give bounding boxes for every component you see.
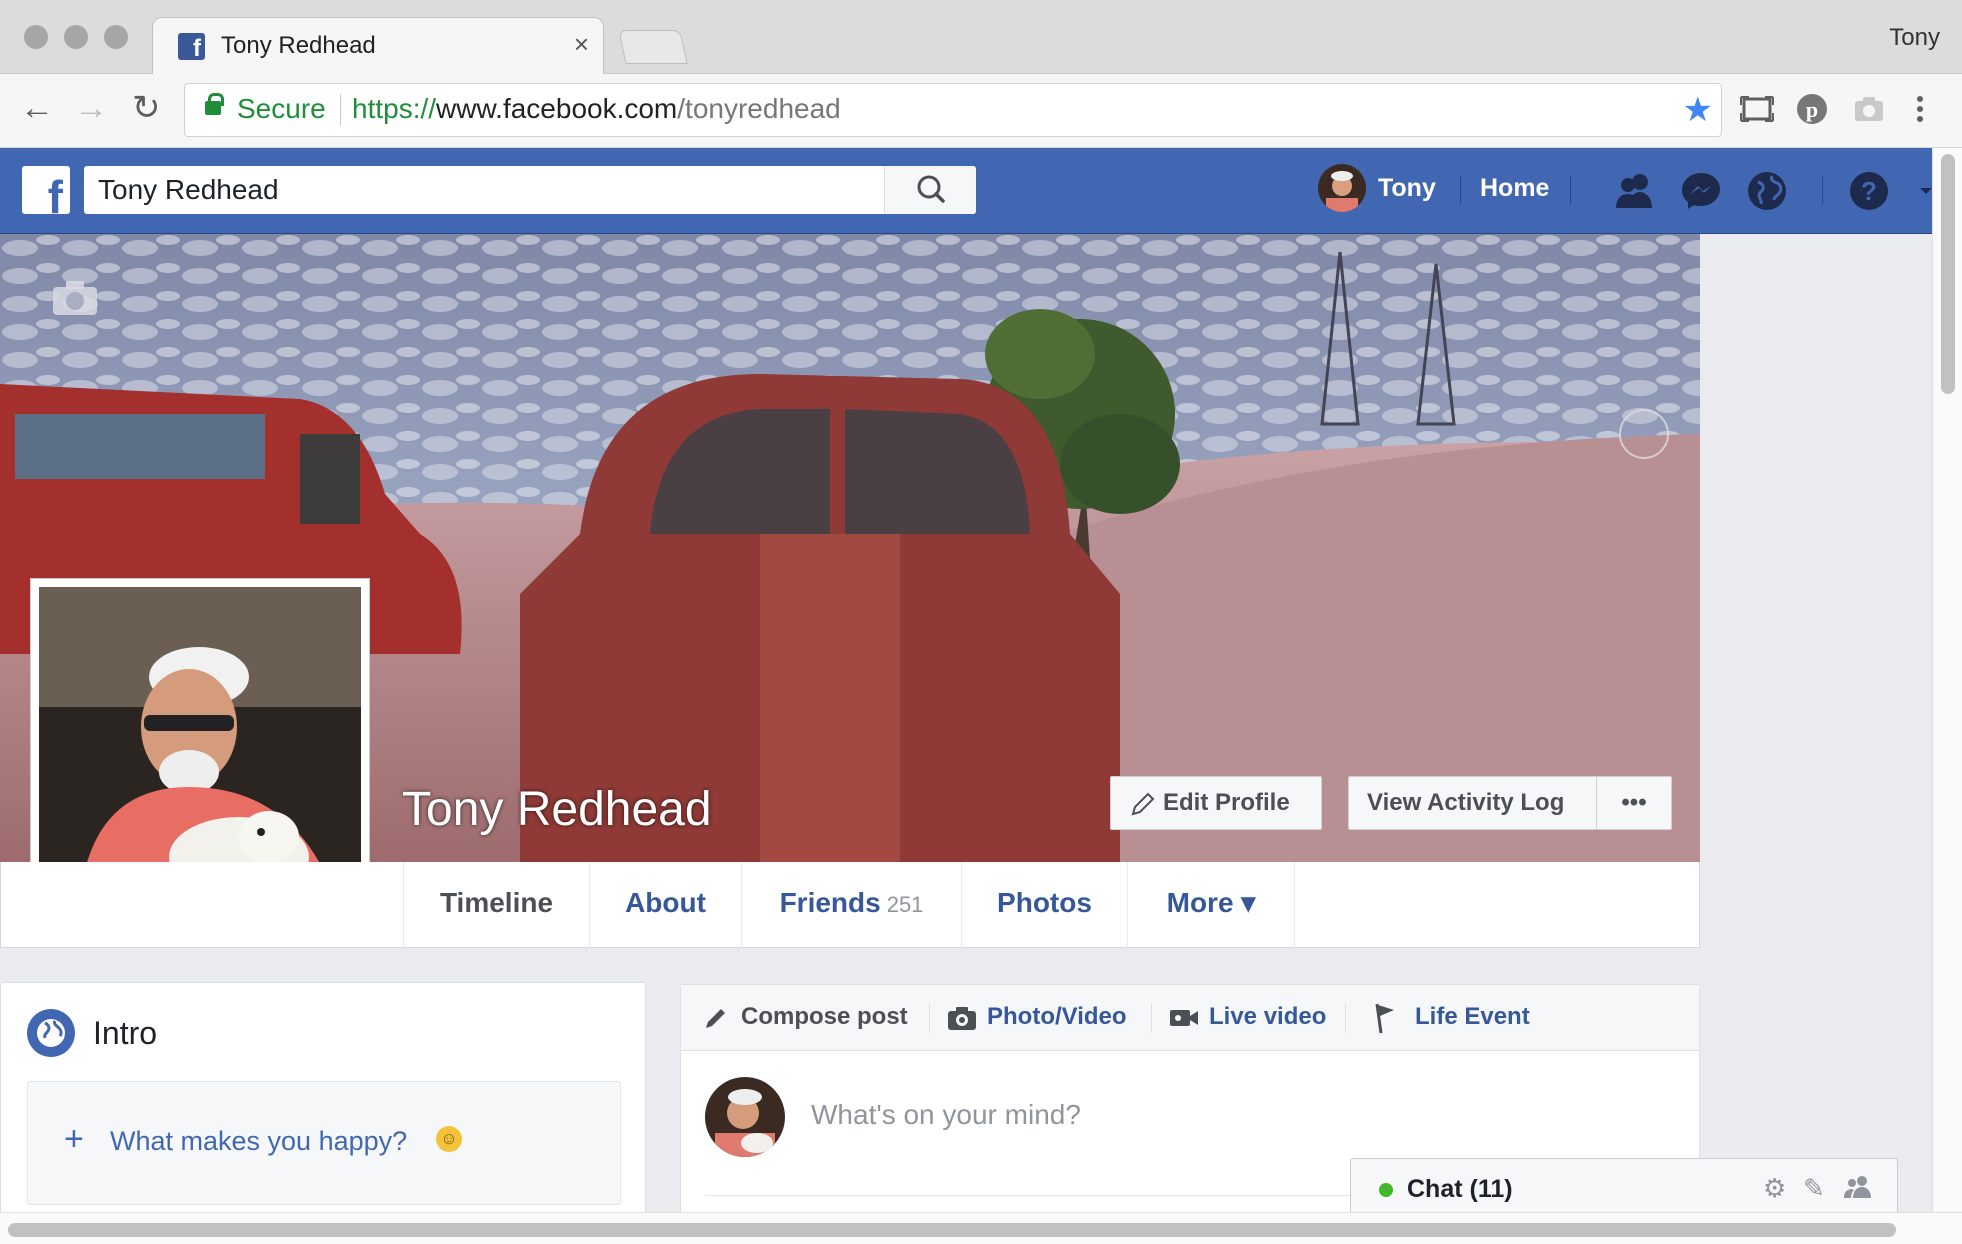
bio-prompt-text: What makes you happy?: [110, 1126, 408, 1156]
view-activity-log-button[interactable]: View Activity Log: [1348, 776, 1598, 830]
tab-photos[interactable]: Photos: [961, 862, 1127, 948]
online-status-icon: [1379, 1183, 1393, 1197]
messenger-icon[interactable]: [1678, 168, 1724, 214]
cast-icon[interactable]: [1740, 92, 1774, 126]
address-bar[interactable]: Secure https://www.facebook.com/tonyredh…: [184, 83, 1722, 137]
reload-icon[interactable]: ↻: [132, 88, 161, 128]
browser-tab[interactable]: f Tony Redhead ×: [152, 17, 604, 75]
tab-title: Tony Redhead: [221, 32, 376, 59]
intro-card: Intro + What makes you happy? ☺: [0, 982, 646, 1232]
pencil-icon: [706, 1009, 725, 1028]
horizontal-scrollbar[interactable]: [0, 1212, 1962, 1244]
facebook-favicon-icon: f: [178, 33, 205, 60]
friends-count: 251: [886, 892, 924, 917]
profile-name-heading: Tony Redhead: [402, 783, 712, 836]
browser-profile-name[interactable]: Tony: [1889, 24, 1940, 52]
secure-label: Secure: [237, 93, 326, 124]
close-window-button[interactable]: [24, 25, 48, 49]
vertical-scrollbar[interactable]: [1932, 148, 1962, 1212]
svg-text:?: ?: [1861, 176, 1877, 206]
home-link[interactable]: Home: [1480, 174, 1549, 203]
facebook-logo-icon[interactable]: f: [22, 166, 70, 214]
tab-timeline[interactable]: Timeline: [403, 862, 589, 948]
facebook-top-bar: f Tony Home ?: [0, 148, 1932, 234]
status-input[interactable]: What's on your mind?: [811, 1099, 1081, 1131]
compose-post-tab[interactable]: Compose post: [741, 1003, 908, 1031]
chat-bar[interactable]: Chat (11) ⚙ ✎: [1350, 1158, 1898, 1218]
maximize-window-button[interactable]: [104, 25, 128, 49]
avatar: [705, 1077, 785, 1157]
tab-about[interactable]: About: [589, 862, 741, 948]
url-text[interactable]: https://www.facebook.com/tonyredhead: [352, 93, 841, 125]
search-input[interactable]: [84, 166, 884, 214]
search-icon: [917, 175, 945, 203]
edit-profile-button[interactable]: Edit Profile: [1110, 776, 1322, 830]
live-video-tab[interactable]: Live video: [1209, 1003, 1326, 1031]
add-bio-prompt[interactable]: + What makes you happy? ☺: [27, 1081, 621, 1205]
back-arrow-icon[interactable]: ←: [20, 88, 54, 128]
camera-icon: [948, 1007, 976, 1030]
bookmark-star-icon[interactable]: ★: [1683, 90, 1713, 130]
update-cover-camera-icon[interactable]: [50, 278, 100, 323]
tab-friends[interactable]: Friends 251: [741, 862, 961, 948]
camera-extension-icon[interactable]: [1852, 92, 1886, 126]
profile-link[interactable]: Tony: [1378, 174, 1436, 203]
horizontal-scroll-thumb[interactable]: [8, 1223, 1896, 1237]
new-tab-button[interactable]: [618, 30, 688, 64]
minimize-window-button[interactable]: [64, 25, 88, 49]
notifications-globe-icon[interactable]: [1744, 168, 1790, 214]
intro-title: Intro: [93, 1015, 158, 1051]
profile-tabs: Timeline About Friends 251 Photos More ▾: [0, 862, 1700, 948]
svg-text:p: p: [1806, 97, 1818, 122]
pinterest-icon[interactable]: p: [1795, 92, 1829, 126]
browser-tab-bar: f Tony Redhead × Tony: [0, 0, 1962, 75]
friend-requests-icon[interactable]: [1612, 168, 1658, 214]
compose-message-icon[interactable]: ✎: [1803, 1173, 1825, 1204]
composer-tabs: Compose post Photo/Video Live video Life…: [681, 985, 1699, 1051]
facebook-search: [84, 166, 976, 214]
chat-label: Chat (11): [1407, 1175, 1513, 1203]
flag-icon: [1375, 1003, 1394, 1034]
avatar[interactable]: [1318, 164, 1366, 212]
menu-kebab-icon[interactable]: [1910, 92, 1930, 126]
pencil-icon: [1131, 792, 1155, 816]
search-button[interactable]: [884, 166, 976, 214]
plus-icon: +: [64, 1120, 84, 1158]
account-menu-chevron-icon[interactable]: [1914, 168, 1932, 214]
globe-icon: [27, 1009, 75, 1057]
create-group-icon[interactable]: [1843, 1173, 1873, 1206]
forward-arrow-icon[interactable]: →: [74, 88, 108, 128]
help-icon[interactable]: ?: [1846, 168, 1892, 214]
photo-video-tab[interactable]: Photo/Video: [987, 1003, 1127, 1031]
profile-photo-image: [39, 587, 361, 907]
gear-icon[interactable]: ⚙: [1763, 1173, 1786, 1204]
vertical-scroll-thumb[interactable]: [1941, 154, 1955, 394]
browser-toolbar: ← → ↻ Secure https://www.facebook.com/to…: [0, 74, 1962, 148]
video-camera-icon: [1170, 1010, 1198, 1026]
more-options-button[interactable]: •••: [1596, 776, 1672, 830]
lock-icon: [205, 93, 224, 115]
smiley-emoji-icon: ☺: [436, 1126, 462, 1152]
tab-more[interactable]: More ▾: [1127, 862, 1295, 948]
tab-close-icon[interactable]: ×: [574, 29, 589, 60]
life-event-tab[interactable]: Life Event: [1415, 1003, 1530, 1031]
